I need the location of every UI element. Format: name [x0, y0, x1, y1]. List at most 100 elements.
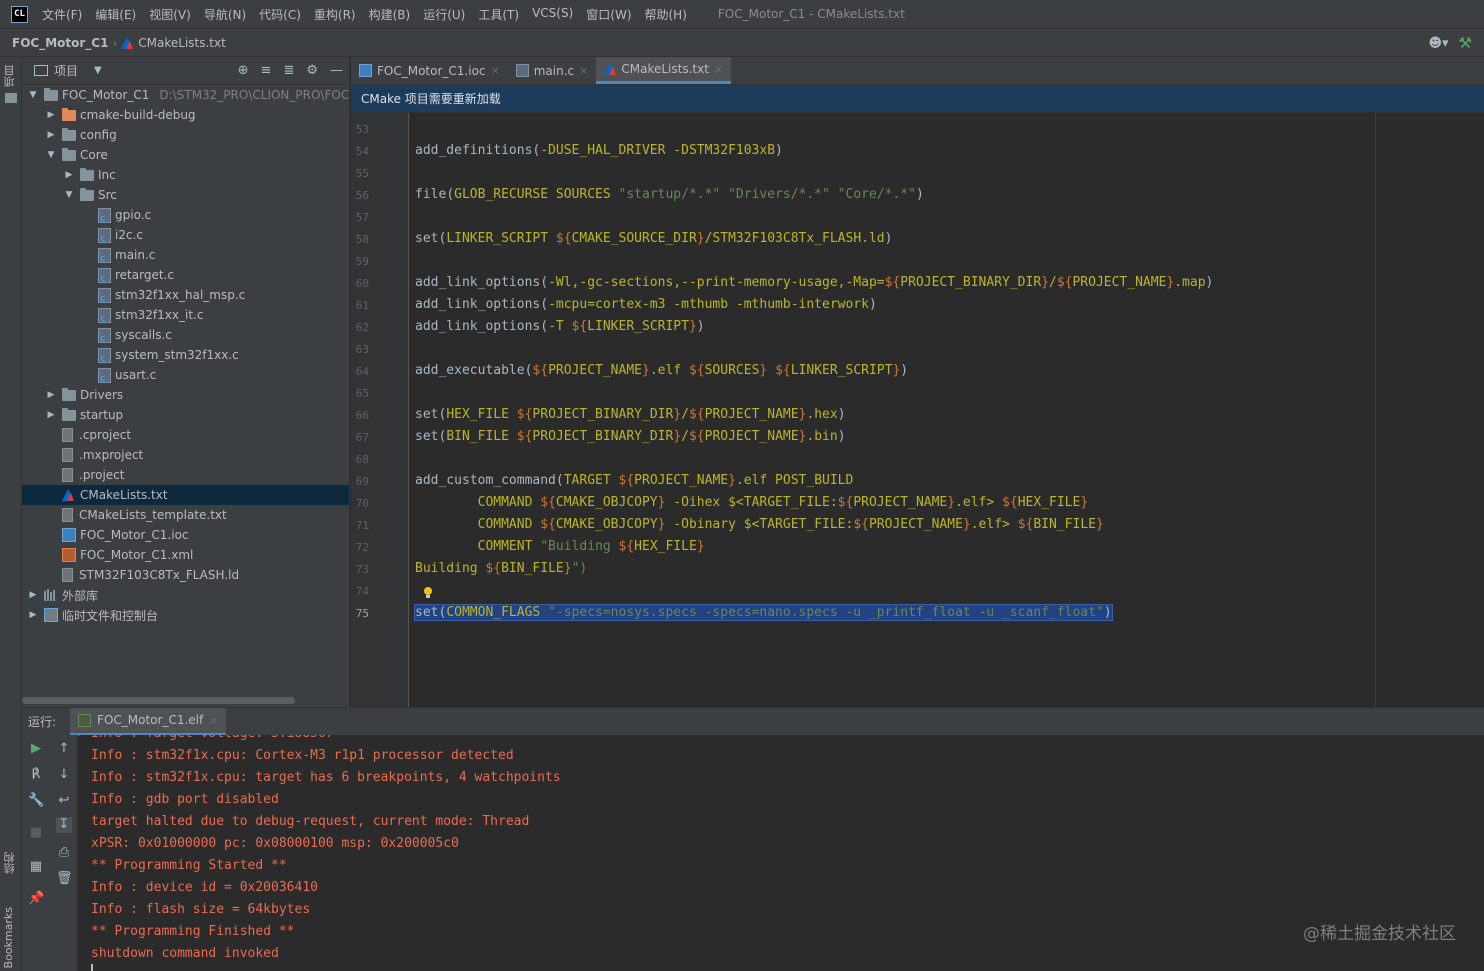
tree-root[interactable]: ▼ FOC_Motor_C1 D:\STM32_PRO\CLION_PRO\FO… — [22, 85, 349, 105]
run-console[interactable]: Info : Target voltage: 3.188567 Info : st… — [79, 735, 1484, 971]
menu-item[interactable]: 工具(T) — [478, 6, 519, 23]
pin-icon[interactable]: 📌 — [28, 891, 44, 907]
cmake-reload-banner[interactable]: CMake 项目需要重新加载 — [351, 85, 1484, 113]
menu-item[interactable]: 视图(V) — [149, 6, 191, 23]
tab-cmakelists[interactable]: CMakeLists.txt × — [596, 57, 732, 84]
menu-item[interactable]: 重构(R) — [314, 6, 356, 23]
restart-icon[interactable]: ℟ — [28, 767, 44, 783]
code-line[interactable]: set(LINKER_SCRIPT ${CMAKE_SOURCE_DIR}/ST… — [415, 228, 892, 250]
horizontal-scrollbar[interactable] — [22, 697, 295, 704]
code-line[interactable]: add_executable(${PROJECT_NAME}.elf ${SOU… — [415, 360, 908, 382]
menu-item[interactable]: 代码(C) — [259, 6, 301, 23]
collapse-all-icon[interactable]: ≣ — [283, 63, 294, 78]
tree-item[interactable]: main.c — [22, 245, 349, 265]
tree-item[interactable]: stm32f1xx_hal_msp.c — [22, 285, 349, 305]
layout-icon[interactable]: ▦ — [28, 859, 44, 875]
user-account-icon[interactable]: ☻▾ — [1428, 36, 1448, 51]
code-line[interactable]: add_definitions(-DUSE_HAL_DRIVER -DSTM32… — [415, 140, 783, 162]
tree-item[interactable]: syscalls.c — [22, 325, 349, 345]
arrow-down-icon[interactable]: ↓ — [56, 767, 72, 783]
run-config-tab[interactable]: FOC_Motor_C1.elf × — [70, 707, 227, 736]
c-file-icon — [98, 267, 111, 284]
tree-item[interactable]: system_stm32f1xx.c — [22, 345, 349, 365]
code-line[interactable]: add_link_options(-Wl,-gc-sections,--prin… — [415, 272, 1213, 294]
chevron-right-icon: ▶ — [47, 410, 55, 420]
tab-main-c[interactable]: main.c × — [508, 57, 597, 84]
tree-item[interactable]: FOC_Motor_C1.ioc — [22, 525, 349, 545]
tree-item[interactable]: .mxproject — [22, 445, 349, 465]
tree-item[interactable]: usart.c — [22, 365, 349, 385]
menu-item[interactable]: 窗口(W) — [586, 6, 631, 23]
tree-item[interactable]: ▶ 外部库 — [22, 585, 349, 605]
arrow-up-icon[interactable]: ↑ — [56, 741, 72, 757]
code-line[interactable]: set(COMMON_FLAGS "-specs=nosys.specs -sp… — [414, 602, 1113, 624]
breadcrumb-project[interactable]: FOC_Motor_C1 — [12, 36, 108, 50]
tree-item[interactable]: ▼ Src — [22, 185, 349, 205]
close-icon[interactable]: × — [209, 714, 218, 727]
tree-item[interactable]: .cproject — [22, 425, 349, 445]
tree-item[interactable]: ▶ Drivers — [22, 385, 349, 405]
menu-item[interactable]: 文件(F) — [42, 6, 82, 23]
wrench-icon[interactable]: 🔧 — [28, 793, 44, 809]
tree-item[interactable]: ▶ config — [22, 125, 349, 145]
lightbulb-icon[interactable] — [423, 587, 433, 599]
close-icon[interactable]: × — [714, 63, 723, 76]
close-icon[interactable]: × — [579, 64, 588, 77]
code-line[interactable]: add_link_options(-mcpu=cortex-m3 -mthumb… — [415, 294, 877, 316]
soft-wrap-icon[interactable]: ↩ — [56, 793, 72, 809]
expand-all-icon[interactable]: ≡ — [261, 63, 272, 78]
tree-item[interactable]: FOC_Motor_C1.xml — [22, 545, 349, 565]
tree-item[interactable]: ▼ Core — [22, 145, 349, 165]
tree-item[interactable]: CMakeLists.txt — [22, 485, 349, 505]
tab-foc-motor-ioc[interactable]: FOC_Motor_C1.ioc × — [351, 57, 508, 84]
print-icon[interactable]: ⎙ — [56, 845, 72, 861]
tree-item[interactable]: gpio.c — [22, 205, 349, 225]
tree-item[interactable]: ▶ startup — [22, 405, 349, 425]
code-line[interactable]: add_custom_command(TARGET ${PROJECT_NAME… — [415, 470, 853, 492]
code-line[interactable]: file(GLOB_RECURSE SOURCES "startup/*.*" … — [415, 184, 924, 206]
tree-item[interactable]: i2c.c — [22, 225, 349, 245]
menu-item[interactable]: VCS(S) — [532, 6, 573, 23]
close-icon[interactable]: × — [491, 64, 500, 77]
folder-icon — [80, 187, 94, 201]
chevron-down-icon[interactable]: ▼ — [94, 65, 102, 76]
build-hammer-icon[interactable]: ⚒ — [1459, 34, 1472, 52]
code-line[interactable]: COMMAND ${CMAKE_OBJCOPY} -Obinary $<TARG… — [415, 514, 1104, 536]
tree-item[interactable]: ▶ Inc — [22, 165, 349, 185]
console-line: ** Programming Started ** — [91, 858, 287, 873]
project-panel-title[interactable]: 项目 — [54, 62, 78, 79]
rerun-icon[interactable]: ▶ — [28, 741, 44, 757]
tree-item[interactable]: ▶ cmake-build-debug — [22, 105, 349, 125]
tree-item[interactable]: retarget.c — [22, 265, 349, 285]
chevron-down-icon: ▼ — [47, 150, 55, 160]
menu-item[interactable]: 运行(U) — [423, 6, 465, 23]
code-line[interactable]: COMMENT "Building ${HEX_FILE} — [415, 536, 705, 558]
code-editor[interactable]: 53 54 55 56 57 58 59 60 61 62 63 64 65 66 67 68 69 70 71 72… — [351, 113, 1484, 707]
tree-item[interactable]: ▶ 临时文件和控制台 — [22, 605, 349, 625]
breadcrumb-file[interactable]: CMakeLists.txt — [138, 36, 226, 50]
tree-item[interactable]: CMakeLists_template.txt — [22, 505, 349, 525]
stop-icon[interactable]: ■ — [28, 825, 44, 841]
tree-item[interactable]: .project — [22, 465, 349, 485]
code-line[interactable]: set(HEX_FILE ${PROJECT_BINARY_DIR}/${PRO… — [415, 404, 846, 426]
menu-item[interactable]: 帮助(H) — [645, 6, 687, 23]
stripe-project-label[interactable]: 项目 — [2, 65, 18, 87]
code-line-content: COMMAND ${CMAKE_OBJCOPY} -Oihex $<TARGET… — [415, 495, 1089, 510]
scroll-to-end-icon[interactable]: ↧ — [56, 817, 72, 833]
tree-item[interactable]: stm32f1xx_it.c — [22, 305, 349, 325]
stripe-structure-label[interactable]: 结构 — [2, 852, 18, 874]
menu-item[interactable]: 导航(N) — [204, 6, 246, 23]
menu-item[interactable]: 构建(B) — [369, 6, 411, 23]
tree-item[interactable]: STM32F103C8Tx_FLASH.ld — [22, 565, 349, 585]
locate-file-icon[interactable]: ⊕ — [238, 63, 249, 78]
code-line[interactable]: Building ${BIN_FILE}") — [415, 558, 587, 580]
stripe-bookmarks-label[interactable]: Bookmarks — [2, 907, 15, 968]
menu-item[interactable]: 编辑(E) — [95, 6, 136, 23]
hide-panel-icon[interactable]: — — [330, 63, 343, 78]
code-line[interactable]: add_link_options(-T ${LINKER_SCRIPT}) — [415, 316, 705, 338]
gear-icon[interactable]: ⚙ — [306, 63, 318, 78]
code-line[interactable]: set(BIN_FILE ${PROJECT_BINARY_DIR}/${PRO… — [415, 426, 846, 448]
code-token: } — [673, 407, 682, 422]
code-line[interactable]: COMMAND ${CMAKE_OBJCOPY} -Oihex $<TARGET… — [415, 492, 1089, 514]
trash-icon[interactable]: 🗑 — [56, 871, 73, 887]
